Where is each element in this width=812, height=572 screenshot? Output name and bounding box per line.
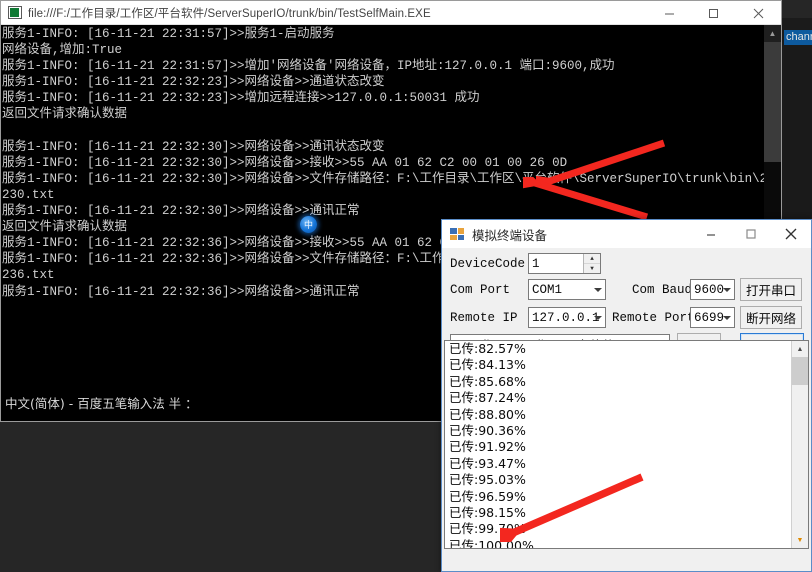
- dialog-window-controls: [691, 220, 811, 248]
- list-item[interactable]: 已传:100.00%: [445, 538, 792, 548]
- open-serial-button[interactable]: 打开串口: [740, 278, 802, 301]
- console-window-title: file:///F:/工作目录/工作区/平台软件/ServerSuperIO/t…: [28, 7, 431, 20]
- chevron-down-icon[interactable]: [723, 315, 731, 320]
- com-baud-label: Com Baud: [632, 283, 693, 297]
- scroll-up-icon[interactable]: ▲: [764, 25, 781, 42]
- console-line: 服务1-INFO: [16-11-21 22:32:23]>>网络设备>>通道状…: [2, 75, 385, 90]
- chevron-down-icon[interactable]: [594, 287, 602, 292]
- device-code-spin-buttons[interactable]: ▲ ▼: [583, 254, 600, 273]
- list-item[interactable]: 已传:88.80%: [445, 407, 792, 423]
- transfer-log-list[interactable]: 已传:82.57% 已传:84.13% 已传:85.68% 已传:87.24% 已传:8…: [444, 340, 809, 549]
- simulated-terminal-dialog[interactable]: 模拟终端设备 DeviceCode 1 ▲ ▼ Com Port COM1 Com…: [441, 219, 812, 572]
- ime-cursor-indicator: [300, 216, 317, 233]
- background-window-title: chann: [786, 31, 812, 43]
- dialog-title: 模拟终端设备: [472, 227, 548, 243]
- console-scrollbar-thumb[interactable]: [764, 42, 781, 162]
- transfer-log-rows: 已传:82.57% 已传:84.13% 已传:85.68% 已传:87.24% 已传:8…: [445, 341, 792, 548]
- maximize-icon[interactable]: [691, 1, 735, 25]
- dialog-close-icon[interactable]: [771, 220, 811, 248]
- dialog-minimize-icon[interactable]: [691, 220, 731, 248]
- console-line: 网络设备,增加:True: [2, 43, 123, 58]
- console-line: 服务1-INFO: [16-11-21 22:31:57]>>服务1-启动服务: [2, 27, 335, 41]
- list-item[interactable]: 已传:95.03%: [445, 472, 792, 488]
- device-code-value: 1: [532, 256, 540, 271]
- console-line: 230.txt: [2, 187, 55, 202]
- console-app-icon: [8, 6, 22, 19]
- console-line: 服务1-INFO: [16-11-21 22:32:30]>>网络设备>>文件存…: [2, 171, 764, 186]
- com-baud-value: 9600: [694, 282, 725, 297]
- chevron-down-icon[interactable]: [594, 315, 602, 320]
- console-line: 服务1-INFO: [16-11-21 22:32:30]>>网络设备>>通讯正…: [2, 204, 360, 219]
- list-scroll-up-icon[interactable]: ▲: [792, 341, 808, 357]
- list-item[interactable]: 已传:87.24%: [445, 390, 792, 406]
- console-line: 服务1-INFO: [16-11-21 22:32:30]>>网络设备>>通讯状…: [2, 139, 385, 154]
- dialog-maximize-icon[interactable]: [731, 220, 771, 248]
- list-item[interactable]: 已传:91.92%: [445, 439, 792, 455]
- list-item[interactable]: 已传:98.15%: [445, 505, 792, 521]
- console-line: 服务1-INFO: [16-11-21 22:32:23]>>增加远程连接>>1…: [2, 91, 480, 106]
- list-item[interactable]: 已传:84.13%: [445, 357, 792, 373]
- remote-ip-select[interactable]: 127.0.0.1: [528, 307, 606, 328]
- list-item[interactable]: 已传:96.59%: [445, 489, 792, 505]
- form-app-icon: [450, 227, 465, 241]
- minimize-icon[interactable]: [647, 1, 691, 25]
- chevron-down-icon[interactable]: [723, 287, 731, 292]
- transfer-log-scrollbar-thumb[interactable]: [792, 357, 808, 385]
- device-code-label: DeviceCode: [450, 257, 526, 271]
- remote-ip-label: Remote IP: [450, 311, 518, 325]
- list-item[interactable]: 已传:85.68%: [445, 374, 792, 390]
- list-item[interactable]: 已传:93.47%: [445, 456, 792, 472]
- com-port-value: COM1: [532, 282, 563, 297]
- remote-port-value: 6699: [694, 310, 725, 325]
- com-port-label: Com Port: [450, 283, 511, 297]
- disconnect-network-button[interactable]: 断开网络: [740, 306, 802, 329]
- transfer-log-scrollbar[interactable]: ▲ ▼: [791, 341, 808, 548]
- device-code-stepper[interactable]: 1 ▲ ▼: [528, 253, 601, 274]
- console-window-controls: [647, 1, 781, 25]
- remote-port-label: Remote Port: [612, 311, 695, 325]
- list-scroll-down-icon[interactable]: ▼: [792, 532, 808, 548]
- dialog-titlebar[interactable]: 模拟终端设备: [442, 220, 811, 249]
- dialog-form: DeviceCode 1 ▲ ▼ Com Port COM1 Com Baud 9…: [442, 249, 811, 337]
- console-line: 返回文件请求确认数据: [2, 107, 128, 122]
- remote-ip-value: 127.0.0.1: [532, 310, 600, 325]
- ime-status-bar: 中文(简体) - 百度五笔输入法 半 ：: [5, 395, 198, 411]
- close-icon[interactable]: [735, 1, 781, 25]
- list-item[interactable]: 已传:90.36%: [445, 423, 792, 439]
- list-item[interactable]: 已传:99.70%: [445, 521, 792, 537]
- com-port-select[interactable]: COM1: [528, 279, 606, 300]
- console-line: 服务1-INFO: [16-11-21 22:31:57]>>增加'网络设备'网…: [2, 59, 615, 74]
- console-titlebar[interactable]: file:///F:/工作目录/工作区/平台软件/ServerSuperIO/t…: [1, 1, 781, 25]
- list-item[interactable]: 已传:82.57%: [445, 341, 792, 357]
- console-line: 服务1-INFO: [16-11-21 22:32:30]>>网络设备>>接收>…: [2, 155, 568, 170]
- com-baud-select[interactable]: 9600: [690, 279, 735, 300]
- remote-port-select[interactable]: 6699: [690, 307, 735, 328]
